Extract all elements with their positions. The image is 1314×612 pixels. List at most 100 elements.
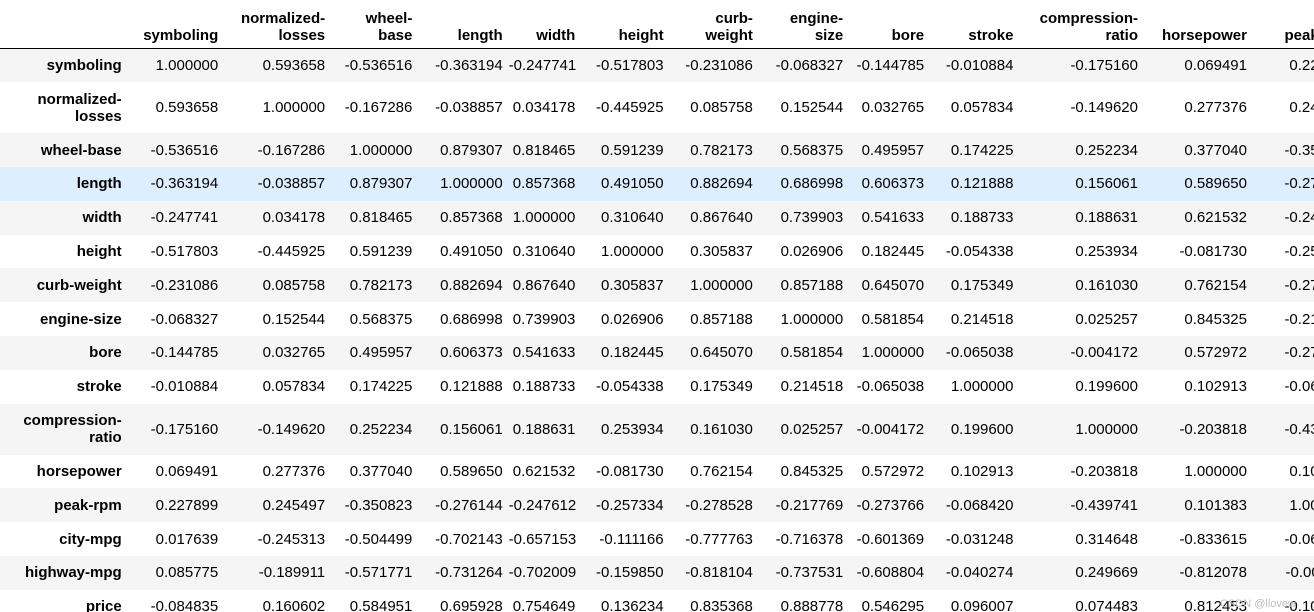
cell-highway-mpg-bore: -0.608804 [856,564,925,582]
cell-width-height: 0.310640 [601,209,664,227]
cell-city-mpg-width: -0.657153 [508,530,577,548]
table-row-symboling[interactable]: symboling 1.000000 0.593658 -0.536516 -0.363… [0,48,1314,83]
row-label-engine-size: engine-size [40,310,122,328]
cell-highway-mpg-peak-rpm: -0.008411 [1285,564,1314,582]
table-row-length[interactable]: length -0.363194 -0.038857 0.879307 1.000000… [0,167,1314,201]
cell-length-bore: 0.606373 [861,175,925,193]
cell-horsepower-height: -0.081730 [596,463,664,481]
cell-highway-mpg-length: -0.731264 [435,564,503,582]
row-label-height: height [76,243,122,261]
cell-price-curb-weight: 0.835368 [690,598,753,612]
cell-stroke-symboling: -0.010884 [150,378,219,396]
cell-peak-rpm-height: -0.257334 [596,496,664,514]
table-row-stroke[interactable]: stroke -0.010884 0.057834 0.174225 0.121888 0… [0,369,1314,404]
dataframe-output: symboling normalized-losses wheel-base leng… [0,0,1314,612]
cell-length-height: 0.491050 [601,175,664,193]
cell-horsepower-stroke: 0.102913 [950,463,1014,481]
cell-peak-rpm-compression-ratio: -0.439741 [1070,496,1138,514]
cell-city-mpg-compression-ratio: 0.314648 [1075,530,1138,548]
cell-price-symboling: -0.084835 [150,598,219,612]
cell-engine-size-wheel-base: 0.568375 [349,310,413,328]
cell-engine-size-bore: 0.581854 [861,310,925,328]
cell-horsepower-symboling: 0.069491 [155,463,219,481]
cell-price-length: 0.695928 [440,598,503,612]
row-label-compression-ratio: compression-ratio [23,412,122,447]
cell-bore-width: 0.541633 [512,344,576,362]
cell-bore-height: 0.182445 [601,344,664,362]
cell-peak-rpm-normalized-losses: 0.245497 [262,496,326,514]
cell-height-stroke: -0.054338 [945,243,1014,261]
table-row-highway-mpg[interactable]: highway-mpg 0.085775 -0.189911 -0.571771 -0.… [0,556,1314,590]
cell-compression-ratio-horsepower: -0.203818 [1179,420,1247,438]
cell-city-mpg-height: -0.111166 [599,530,664,548]
cell-horsepower-peak-rpm: 0.101383 [1289,463,1314,481]
cell-stroke-height: -0.054338 [596,378,664,396]
cell-city-mpg-stroke: -0.031248 [945,530,1014,548]
cell-curb-weight-stroke: 0.175349 [950,276,1014,294]
cell-stroke-horsepower: 0.102913 [1184,378,1247,396]
table-row-compression-ratio[interactable]: compression-ratio -0.175160 -0.149620 0.252… [0,403,1314,455]
table-row-normalized-losses[interactable]: normalized-losses 0.593658 1.000000 -0.1672… [0,82,1314,134]
cell-compression-ratio-length: 0.156061 [440,420,503,438]
cell-horsepower-horsepower: 1.000000 [1184,463,1247,481]
cell-compression-ratio-peak-rpm: -0.439741 [1284,420,1314,438]
table-row-price[interactable]: price -0.084835 0.160602 0.584951 0.695928 0.… [0,589,1314,612]
cell-peak-rpm-engine-size: -0.217769 [775,496,844,514]
cell-peak-rpm-peak-rpm: 1.000000 [1289,496,1314,514]
cell-city-mpg-bore: -0.601369 [856,530,925,548]
row-label-length: length [76,175,122,193]
cell-engine-size-horsepower: 0.845325 [1184,310,1247,328]
table-row-width[interactable]: width -0.247741 0.034178 0.818465 0.857368 1.… [0,200,1314,235]
table-row-city-mpg[interactable]: city-mpg 0.017639 -0.245313 -0.504499 -0.702… [0,522,1314,557]
cell-bore-symboling: -0.144785 [150,344,219,362]
row-label-price: price [85,598,122,612]
cell-engine-size-length: 0.686998 [440,310,503,328]
cell-symboling-length: -0.363194 [435,57,503,75]
cell-price-engine-size: 0.888778 [780,598,844,612]
table-row-curb-weight[interactable]: curb-weight -0.231086 0.085758 0.782173 0.88… [0,268,1314,303]
cell-width-engine-size: 0.739903 [780,209,844,227]
cell-curb-weight-normalized-losses: 0.085758 [262,276,326,294]
cell-highway-mpg-stroke: -0.040274 [945,564,1014,582]
cell-bore-wheel-base: 0.495957 [349,344,413,362]
cell-symboling-engine-size: -0.068327 [775,57,844,75]
cell-normalized-losses-horsepower: 0.277376 [1184,99,1247,117]
cell-bore-stroke: -0.065038 [945,344,1014,362]
cell-compression-ratio-width: 0.188631 [512,420,576,438]
cell-stroke-peak-rpm: -0.068420 [1284,378,1314,396]
correlation-table: symboling normalized-losses wheel-base leng… [0,0,1314,612]
cell-height-wheel-base: 0.591239 [349,243,413,261]
table-row-engine-size[interactable]: engine-size -0.068327 0.152544 0.568375 0.68… [0,302,1314,337]
cell-symboling-width: -0.247741 [508,57,577,75]
cell-normalized-losses-curb-weight: 0.085758 [690,99,753,117]
cell-height-symboling: -0.517803 [150,243,219,261]
cell-highway-mpg-height: -0.159850 [596,564,664,582]
row-label-curb-weight: curb-weight [36,276,122,294]
column-header-normalized-losses: normalized-losses [224,0,332,49]
table-row-height[interactable]: height -0.517803 -0.445925 0.591239 0.491050… [0,234,1314,269]
cell-stroke-bore: -0.065038 [856,378,925,396]
cell-height-peak-rpm: -0.257334 [1284,243,1314,261]
table-row-peak-rpm[interactable]: peak-rpm 0.227899 0.245497 -0.350823 -0.2761… [0,488,1314,523]
row-label-wheel-base: wheel-base [40,141,122,159]
column-header-wheel-base: wheel-base [331,0,419,49]
cell-city-mpg-symboling: 0.017639 [155,530,219,548]
cell-highway-mpg-wheel-base: -0.571771 [344,564,413,582]
table-body: symboling 1.000000 0.593658 -0.536516 -0.363… [0,48,1314,612]
column-header-peak-rpm: peak-rpm [1253,0,1314,49]
cell-horsepower-engine-size: 0.845325 [780,463,844,481]
cell-width-length: 0.857368 [440,209,503,227]
cell-compression-ratio-engine-size: 0.025257 [780,420,844,438]
cell-normalized-losses-width: 0.034178 [512,99,576,117]
cell-wheel-base-width: 0.818465 [512,141,576,159]
cell-normalized-losses-symboling: 0.593658 [155,99,219,117]
cell-width-wheel-base: 0.818465 [349,209,413,227]
cell-wheel-base-normalized-losses: -0.167286 [257,141,326,159]
column-header-stroke: stroke [930,0,1020,49]
cell-normalized-losses-wheel-base: -0.167286 [344,99,413,117]
cell-engine-size-curb-weight: 0.857188 [690,310,753,328]
table-row-bore[interactable]: bore -0.144785 0.032765 0.495957 0.606373 0.5… [0,336,1314,370]
table-row-horsepower[interactable]: horsepower 0.069491 0.277376 0.377040 0.5896… [0,454,1314,489]
table-row-wheel-base[interactable]: wheel-base -0.536516 -0.167286 1.000000 0.87… [0,133,1314,168]
cell-normalized-losses-length: -0.038857 [435,99,503,117]
